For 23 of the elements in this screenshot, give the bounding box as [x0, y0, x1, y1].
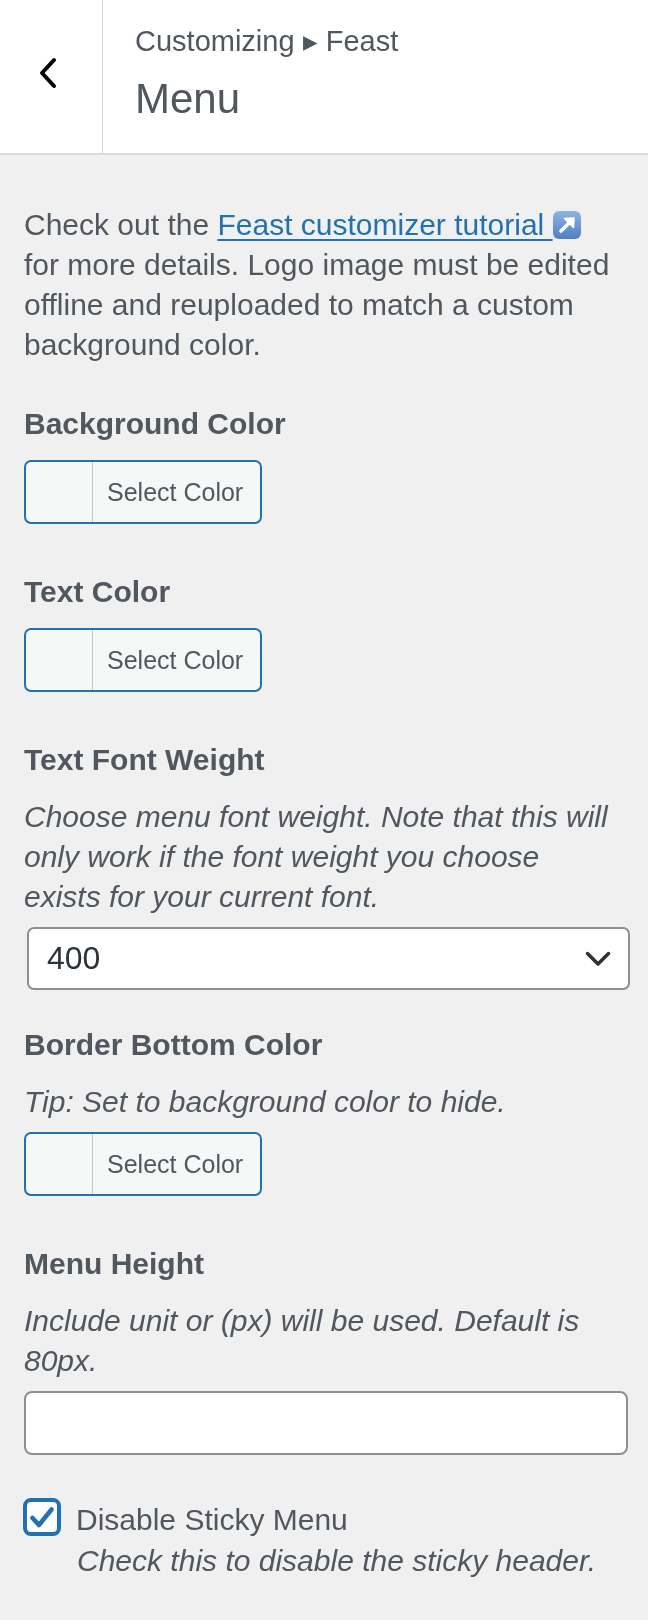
- checkbox-label: Disable Sticky Menu: [76, 1502, 348, 1538]
- select-color-button[interactable]: Select Color: [24, 1132, 262, 1196]
- text-field[interactable]: [24, 1391, 628, 1455]
- intro-text: Check out the Feast customizer tutorial for more details. Logo image must be edited offline and reuploaded to match a custom background color.: [24, 207, 611, 363]
- setting-description: Choose menu font weight. Note that this will only work if the font weight you choose exists for your current font.: [24, 799, 610, 915]
- select-color-button[interactable]: Select Color: [24, 628, 262, 692]
- checkbox-description: Check this to disable the sticky header.: [77, 1543, 598, 1579]
- setting-heading: Border Bottom Color: [24, 1027, 324, 1063]
- select-color-button[interactable]: Select Color: [24, 460, 262, 524]
- chevron-down-icon: [585, 950, 611, 967]
- breadcrumb: Customizing ▸ Feast: [135, 24, 399, 59]
- setting-heading: Menu Height: [24, 1246, 205, 1282]
- checkmark-icon: [30, 1506, 54, 1528]
- setting-description: Tip: Set to background color to hide.: [24, 1084, 507, 1120]
- setting-heading: Background Color: [24, 406, 287, 442]
- chevron-left-icon: [38, 56, 58, 89]
- setting-heading: Text Font Weight: [24, 742, 266, 778]
- checkbox[interactable]: [23, 1498, 61, 1536]
- setting-heading: Text Color: [24, 574, 172, 610]
- section-title: Menu: [135, 75, 241, 123]
- select-dropdown[interactable]: 400: [27, 927, 630, 990]
- tutorial-link[interactable]: Feast customizer tutorial: [217, 208, 581, 241]
- setting-description: Include unit or (px) will be used. Default is 80px.: [24, 1303, 581, 1379]
